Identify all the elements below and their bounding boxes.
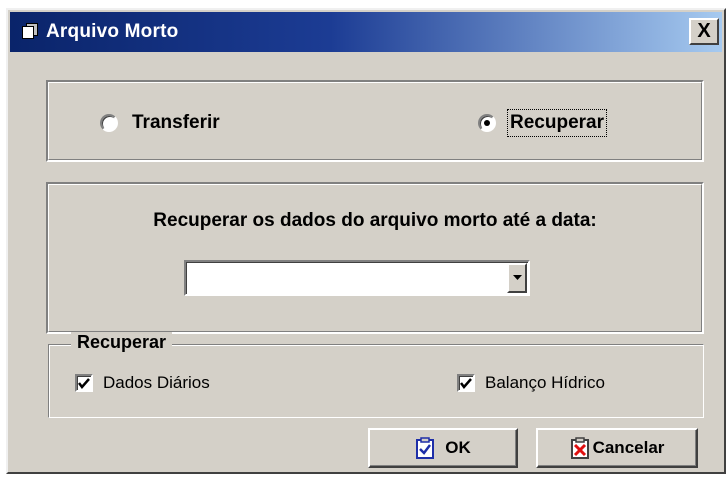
- close-icon: X: [697, 20, 711, 42]
- checkmark-icon: [460, 377, 472, 389]
- radio-recuperar[interactable]: Recuperar: [478, 109, 607, 137]
- checkbox-dados-diarios[interactable]: Dados Diários: [75, 373, 210, 393]
- recover-group-legend: Recuperar: [71, 332, 173, 353]
- checkbox-dados-diarios-box[interactable]: [75, 374, 93, 392]
- checkbox-balanco-hidrico[interactable]: Balanço Hídrico: [457, 373, 605, 393]
- checkbox-balanco-hidrico-box[interactable]: [457, 374, 475, 392]
- radio-label-recuperar: Recuperar: [507, 109, 607, 137]
- window-title: Arquivo Morto: [46, 21, 179, 42]
- dropdown-button[interactable]: [507, 263, 527, 293]
- checkmark-icon: [78, 377, 90, 389]
- title-bar[interactable]: Arquivo Morto X: [10, 12, 722, 52]
- close-button[interactable]: X: [689, 18, 719, 45]
- cancel-button[interactable]: Cancelar: [536, 428, 698, 468]
- date-panel: Recuperar os dados do arquivo morto até …: [46, 182, 704, 334]
- folder-documents-icon: [20, 23, 40, 41]
- clipboard-check-icon: [415, 437, 435, 459]
- ok-label: OK: [445, 438, 471, 457]
- radio-transferir[interactable]: Transferir: [100, 112, 220, 134]
- cancel-label: Cancelar: [592, 438, 665, 457]
- ok-button[interactable]: OK: [368, 428, 518, 468]
- arquivo-morto-dialog: Arquivo Morto X Transferir Recuperar Rec…: [6, 8, 726, 474]
- checkbox-label-dados-diarios: Dados Diários: [103, 373, 210, 392]
- date-dropdown[interactable]: [184, 260, 530, 296]
- recover-group: Recuperar Dados Diários Balanço Hídrico: [48, 332, 704, 418]
- clipboard-x-icon: [570, 437, 590, 459]
- date-prompt: Recuperar os dados do arquivo morto até …: [153, 210, 597, 231]
- mode-panel: Transferir Recuperar: [46, 80, 704, 162]
- radio-label-transferir: Transferir: [132, 112, 220, 133]
- radio-button-recuperar[interactable]: [478, 114, 496, 132]
- radio-button-transferir[interactable]: [100, 114, 118, 132]
- checkbox-label-balanco-hidrico: Balanço Hídrico: [485, 373, 606, 392]
- chevron-down-icon: [512, 275, 522, 280]
